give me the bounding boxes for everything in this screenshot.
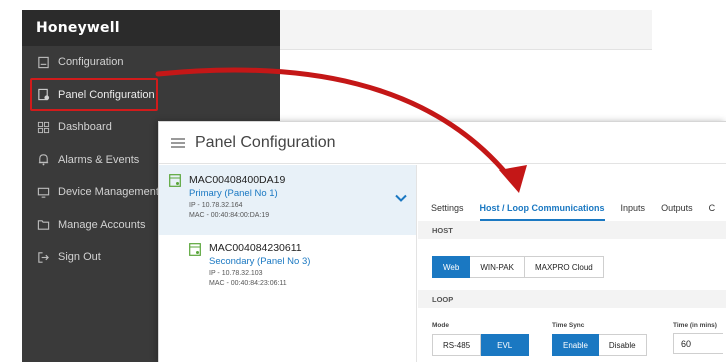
loop-section-header: LOOP <box>418 290 726 308</box>
sidebar-item-label: Manage Accounts <box>58 218 146 231</box>
bell-icon <box>36 153 50 167</box>
mode-rs485-button[interactable]: RS-485 <box>432 334 482 356</box>
panel-device-icon <box>169 174 181 187</box>
sidebar-item-configuration[interactable]: Configuration <box>22 46 280 79</box>
device-icon <box>36 185 50 199</box>
device-ip: IP - 10.78.32.103 <box>209 270 263 277</box>
brand-logo: Honeywell <box>36 20 120 36</box>
tab-bar: Settings Host / Loop Communications Inpu… <box>431 203 715 221</box>
host-maxpro-cloud-button[interactable]: MAXPRO Cloud <box>524 256 604 278</box>
highlight-box <box>30 78 158 111</box>
host-winpak-button[interactable]: WIN-PAK <box>470 256 525 278</box>
device-mac-address: MAC - 00:40:84:00:DA:19 <box>189 212 270 219</box>
chevron-down-icon[interactable] <box>394 191 408 205</box>
device-item-secondary[interactable]: MAC004084230611 Secondary (Panel No 3) I… <box>179 235 416 303</box>
sidebar-item-label: Device Management <box>58 186 159 199</box>
time-mins-label: Time (in mins) <box>673 322 717 329</box>
tab-outputs[interactable]: Outputs <box>661 203 693 221</box>
host-option-group: Web WIN-PAK MAXPRO Cloud <box>432 256 604 278</box>
device-list: MAC00408400DA19 Primary (Panel No 1) IP … <box>159 165 417 362</box>
background-header-strip <box>280 10 652 50</box>
device-mac-address: MAC - 00:40:84:23:06:11 <box>209 280 287 287</box>
panel-header: Panel Configuration <box>159 122 726 164</box>
mode-option-group: RS-485 EVL <box>432 334 530 356</box>
tab-host-loop-communications[interactable]: Host / Loop Communications <box>479 203 605 221</box>
device-mac-id: MAC00408400DA19 <box>189 174 286 186</box>
time-sync-label: Time Sync <box>552 322 585 329</box>
time-sync-disable-button[interactable]: Disable <box>598 334 647 356</box>
sidebar-item-label: Alarms & Events <box>58 153 140 166</box>
sidebar-item-label: Configuration <box>58 56 124 69</box>
mode-label: Mode <box>432 322 449 329</box>
sidebar-item-label: Sign Out <box>58 251 101 264</box>
device-mac-id: MAC004084230611 <box>209 242 302 254</box>
device-role: Primary (Panel No 1) <box>189 188 278 199</box>
tab-inputs[interactable]: Inputs <box>621 203 646 221</box>
time-sync-enable-button[interactable]: Enable <box>552 334 599 356</box>
device-role: Secondary (Panel No 3) <box>209 256 311 267</box>
tab-settings[interactable]: Settings <box>431 203 464 221</box>
page-title: Panel Configuration <box>195 133 336 151</box>
panel-device-icon <box>189 243 201 256</box>
mode-evl-button[interactable]: EVL <box>481 334 530 356</box>
host-section-header: HOST <box>418 221 726 239</box>
file-icon <box>36 55 50 69</box>
grid-icon <box>36 120 50 134</box>
device-ip: IP - 10.78.32.164 <box>189 202 243 209</box>
sign-out-icon <box>36 250 50 264</box>
tab-truncated[interactable]: C <box>709 203 716 221</box>
brand-bar: Honeywell <box>22 10 280 46</box>
host-web-button[interactable]: Web <box>432 256 471 278</box>
folder-icon <box>36 218 50 232</box>
hamburger-menu-icon[interactable] <box>171 136 185 150</box>
sidebar-item-label: Dashboard <box>58 121 112 134</box>
time-mins-input[interactable]: 60 <box>673 333 723 354</box>
time-sync-option-group: Enable Disable <box>552 334 647 356</box>
device-item-primary[interactable]: MAC00408400DA19 Primary (Panel No 1) IP … <box>159 165 416 235</box>
